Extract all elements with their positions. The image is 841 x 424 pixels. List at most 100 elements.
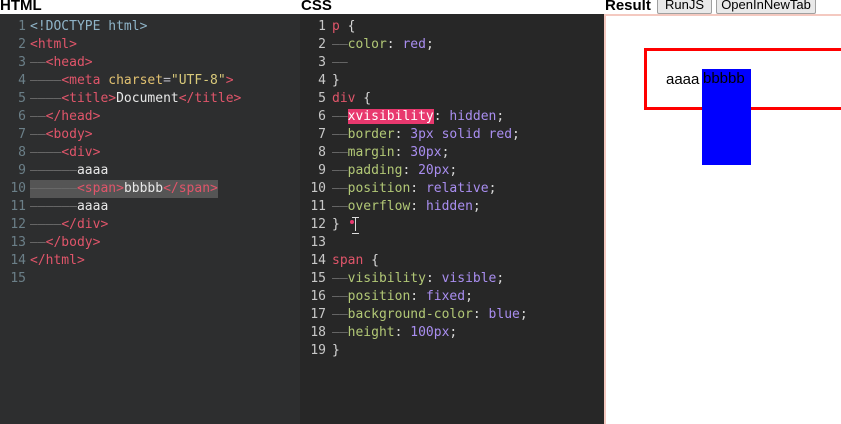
css-code-editor[interactable]: 1p {2 ——color: red; 3 —— 4} 5 div {6 ——xvisibil…: [300, 14, 604, 424]
code-token: }: [332, 217, 340, 232]
code-token: margin: [347, 145, 395, 160]
code-token: relative: [425, 181, 489, 196]
html-code-line[interactable]: 6 ——</head>: [0, 108, 300, 126]
html-code-line[interactable]: 4 ————<meta charset="UTF-8">: [0, 72, 300, 90]
css-code-line[interactable]: 7 ——border: 3px solid red;: [300, 126, 604, 144]
code-token: <div>: [61, 145, 101, 160]
css-code-line[interactable]: 18 ——height: 100px;: [300, 324, 604, 342]
html-code-line[interactable]: 2 <html>: [0, 36, 300, 54]
code-token: </div>: [61, 217, 109, 232]
code-token: :: [410, 181, 426, 196]
code-token: ——: [332, 37, 348, 52]
code-token: :: [433, 109, 450, 124]
code-token: ——: [332, 307, 348, 322]
html-code-line[interactable]: 9 ——————aaaa: [0, 162, 300, 180]
line-code: ——<head>: [30, 54, 93, 72]
line-code: ————</div>: [30, 216, 108, 234]
html-code-line[interactable]: 5 ————<title>Document</title>: [0, 90, 300, 108]
html-code-line[interactable]: 11 ——————aaaa: [0, 198, 300, 216]
line-number: 6: [318, 109, 326, 124]
line-number: 19: [310, 343, 326, 358]
line-code: <html>: [30, 36, 77, 54]
code-token: background-color: [347, 307, 473, 322]
css-code-line[interactable]: 17 ——background-color: blue;: [300, 306, 604, 324]
code-token: ——: [332, 289, 348, 304]
css-code-line[interactable]: 3 ——: [300, 54, 604, 72]
code-token: }: [332, 343, 340, 358]
html-code-editor[interactable]: 1 <!DOCTYPE html> 2 <html> 3 ——<head> 4 ————<me…: [0, 14, 300, 424]
code-token: :: [386, 37, 403, 52]
code-token: </head>: [45, 109, 101, 124]
line-code: ——————aaaa: [30, 198, 108, 216]
html-code-line[interactable]: 3 ——<head>: [0, 54, 300, 72]
code-token: 3px solid red: [410, 127, 513, 142]
result-preview-frame: aaaa bbbbb: [604, 14, 841, 424]
code-token: ——: [332, 325, 348, 340]
code-token: aaaa: [76, 199, 109, 214]
html-code-line[interactable]: 7 ——<body>: [0, 126, 300, 144]
css-code-line[interactable]: 11 ——overflow: hidden;: [300, 198, 604, 216]
css-code-line[interactable]: 2 ——color: red;: [300, 36, 604, 54]
line-code: }: [332, 72, 340, 90]
code-token: ;: [496, 271, 505, 286]
open-in-new-tab-button[interactable]: OpenInNewTab: [716, 0, 816, 14]
code-token: ——: [30, 109, 46, 124]
line-number: 6: [18, 109, 26, 124]
run-js-button[interactable]: RunJS: [657, 0, 712, 14]
html-code-line[interactable]: 13 ——</body>: [0, 234, 300, 252]
code-token: bbbbb: [123, 181, 164, 196]
html-code-line[interactable]: 1 <!DOCTYPE html>: [0, 18, 300, 36]
css-code-line[interactable]: 13: [300, 234, 604, 252]
code-token: }: [332, 73, 340, 88]
css-code-line[interactable]: 12}: [300, 216, 604, 234]
code-token: ——: [332, 163, 348, 178]
code-token: {: [355, 91, 372, 106]
code-token: ;: [519, 307, 528, 322]
css-code-line[interactable]: 6 ——xvisibility: hidden;: [300, 108, 604, 126]
css-code-line[interactable]: 1p {: [300, 18, 604, 36]
line-code: ——color: red;: [332, 36, 434, 54]
code-token: =: [163, 73, 171, 88]
code-token: height: [347, 325, 395, 340]
line-number: 3: [18, 55, 26, 70]
css-code-line[interactable]: 4}: [300, 72, 604, 90]
line-number: 15: [10, 271, 26, 286]
css-code-line[interactable]: 15 ——visibility: visible;: [300, 270, 604, 288]
line-number: 13: [310, 235, 326, 250]
code-token: </span>: [163, 181, 218, 196]
result-panel: Result RunJS OpenInNewTab aaaa bbbbb: [604, 0, 841, 424]
html-code-line[interactable]: 10 ——————<span>bbbbb</span>: [0, 180, 300, 198]
line-number: 2: [318, 37, 326, 52]
code-token: ——: [332, 109, 348, 124]
line-number: 7: [318, 127, 326, 142]
css-code-line[interactable]: 5 div {: [300, 90, 604, 108]
css-code-line[interactable]: 8 ——margin: 30px;: [300, 144, 604, 162]
line-number: 3: [318, 55, 326, 70]
code-token: ;: [425, 37, 434, 52]
code-token: ————: [30, 145, 62, 160]
html-code-line[interactable]: 8 ————<div>: [0, 144, 300, 162]
code-token: ——: [332, 199, 348, 214]
line-code: </html>: [30, 252, 85, 270]
line-number: 12: [310, 217, 326, 232]
result-panel-title: Result: [605, 0, 651, 14]
line-code: ——xvisibility: hidden;: [332, 108, 504, 126]
code-token: ;: [465, 289, 473, 304]
line-number: 8: [318, 145, 326, 160]
line-number: 9: [318, 163, 326, 178]
css-code-line[interactable]: 9 ——padding: 20px;: [300, 162, 604, 180]
code-token: :: [472, 307, 489, 322]
preview-div-text: aaaa: [666, 71, 700, 88]
css-code-line[interactable]: 16 ——position: fixed;: [300, 288, 604, 306]
css-code-line[interactable]: 14 span {: [300, 252, 604, 270]
line-code: ——: [332, 54, 348, 72]
css-code-line[interactable]: 10 ——position: relative;: [300, 180, 604, 198]
html-code-line[interactable]: 15: [0, 270, 300, 288]
text-cursor-icon: [352, 217, 359, 234]
line-code: ——margin: 30px;: [332, 144, 449, 162]
code-token: ;: [512, 127, 520, 142]
html-code-line[interactable]: 12 ————</div>: [0, 216, 300, 234]
html-code-line[interactable]: 14 </html>: [0, 252, 300, 270]
css-code-line[interactable]: 19}: [300, 342, 604, 360]
line-number: 12: [10, 217, 26, 232]
